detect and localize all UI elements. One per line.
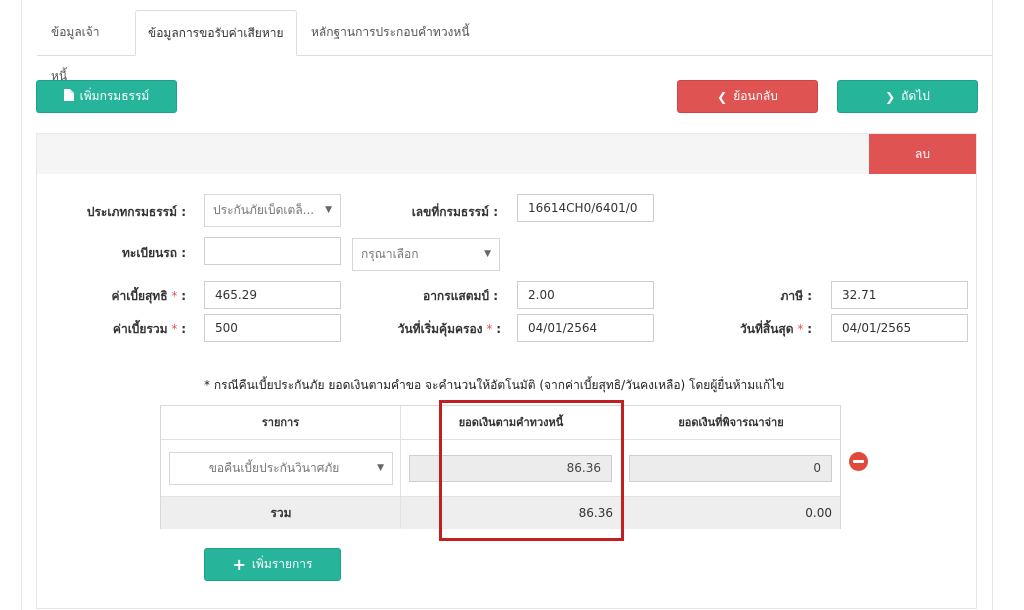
start-date-field[interactable]: 04/01/2564 [517, 314, 654, 342]
chevron-left-icon: ❮ [717, 89, 728, 104]
back-label: ย้อนกลับ [733, 89, 778, 103]
column-header-claim-amount: ยอดเงินตามคำทวงหนี้ [401, 406, 622, 439]
auto-calc-note: * กรณีคืนเบี้ยประกันภัย ยอดเงินตามคำขอ จ… [204, 378, 785, 392]
tab-creditor-info[interactable]: ข้อมูลเจ้าหนี้ [39, 10, 127, 83]
table-total-row: รวม 86.36 0.00 [161, 496, 840, 529]
registration-field[interactable] [204, 237, 341, 265]
panel-header: ลบ [37, 134, 976, 174]
add-policy-label: เพิ่มกรมธรรม์ [79, 89, 150, 103]
net-premium-label: ค่าเบี้ยสุทธิ * : [111, 289, 186, 303]
claim-amount-field: 86.36 [409, 455, 612, 482]
policy-number-label: เลขที่กรมธรรม์ : [411, 205, 498, 219]
stamp-duty-label: อากรแสตมป์ : [422, 289, 498, 303]
start-date-label: วันที่เริ่มคุ้มครอง * : [397, 322, 501, 336]
next-button[interactable]: ❯ ถัดไป [837, 80, 978, 113]
tax-field[interactable]: 32.71 [831, 281, 968, 309]
delete-button[interactable]: ลบ [869, 134, 976, 174]
tab-claim-evidence[interactable]: หลักฐานการประกอบคำทวงหนี้ [299, 10, 499, 54]
chevron-down-icon: ▼ [484, 249, 491, 259]
chevron-down-icon: ▼ [325, 205, 332, 215]
total-premium-label: ค่าเบี้ยรวม * : [112, 322, 186, 336]
tab-damage-claim-info[interactable]: ข้อมูลการขอรับค่าเสียหาย [135, 10, 297, 56]
registration-label: ทะเบียนรถ : [122, 246, 186, 260]
next-label: ถัดไป [901, 89, 930, 103]
stamp-duty-field[interactable]: 2.00 [517, 281, 654, 309]
policy-type-label: ประเภทกรมธรรม์ : [86, 205, 186, 219]
claim-items-table: รายการ ยอดเงินตามคำทวงหนี้ ยอดเงินที่พิจ… [160, 405, 841, 529]
tab-bar: ข้อมูลเจ้าหนี้ ข้อมูลการขอรับค่าเสียหาย … [37, 10, 992, 83]
column-header-approved-amount: ยอดเงินที่พิจารณาจ่าย [678, 416, 784, 429]
add-item-label: เพิ่มรายการ [251, 557, 313, 571]
back-button[interactable]: ❮ ย้อนกลับ [677, 80, 818, 113]
tax-label: ภาษี : [780, 289, 812, 303]
column-header-item: รายการ [161, 406, 401, 439]
add-policy-button[interactable]: เพิ่มกรมธรรม์ [36, 80, 177, 113]
total-approved-amount: 0.00 [805, 506, 832, 520]
table-row: ขอคืนเบี้ยประกันวินาศภัย ▼ 86.36 0 [161, 439, 840, 496]
add-item-button[interactable]: + เพิ่มรายการ [204, 548, 341, 581]
province-placeholder: กรุณาเลือก [361, 247, 419, 261]
province-select[interactable]: กรุณาเลือก ▼ [352, 238, 500, 271]
remove-row-icon[interactable] [849, 452, 868, 471]
approved-amount-field: 0 [629, 455, 832, 482]
claim-item-select[interactable]: ขอคืนเบี้ยประกันวินาศภัย ▼ [169, 452, 393, 485]
file-icon [63, 89, 74, 104]
chevron-right-icon: ❯ [885, 89, 896, 104]
chevron-down-icon: ▼ [377, 463, 384, 473]
total-label: รวม [270, 506, 292, 520]
plus-icon: + [232, 555, 246, 574]
policy-number-field[interactable]: 16614CH0/6401/0 [517, 194, 654, 222]
total-claim-amount: 86.36 [578, 506, 613, 520]
claim-item-value: ขอคืนเบี้ยประกันวินาศภัย [208, 461, 340, 475]
end-date-label: วันที่สิ้นสุด * : [740, 322, 812, 336]
policy-type-select[interactable]: ประกันภัยเบ็ดเตล็... ▼ [204, 194, 341, 227]
end-date-field[interactable]: 04/01/2565 [831, 314, 968, 342]
policy-type-value: ประกันภัยเบ็ดเตล็... [213, 203, 315, 217]
net-premium-field[interactable]: 465.29 [204, 281, 341, 309]
total-premium-field[interactable]: 500 [204, 314, 341, 342]
